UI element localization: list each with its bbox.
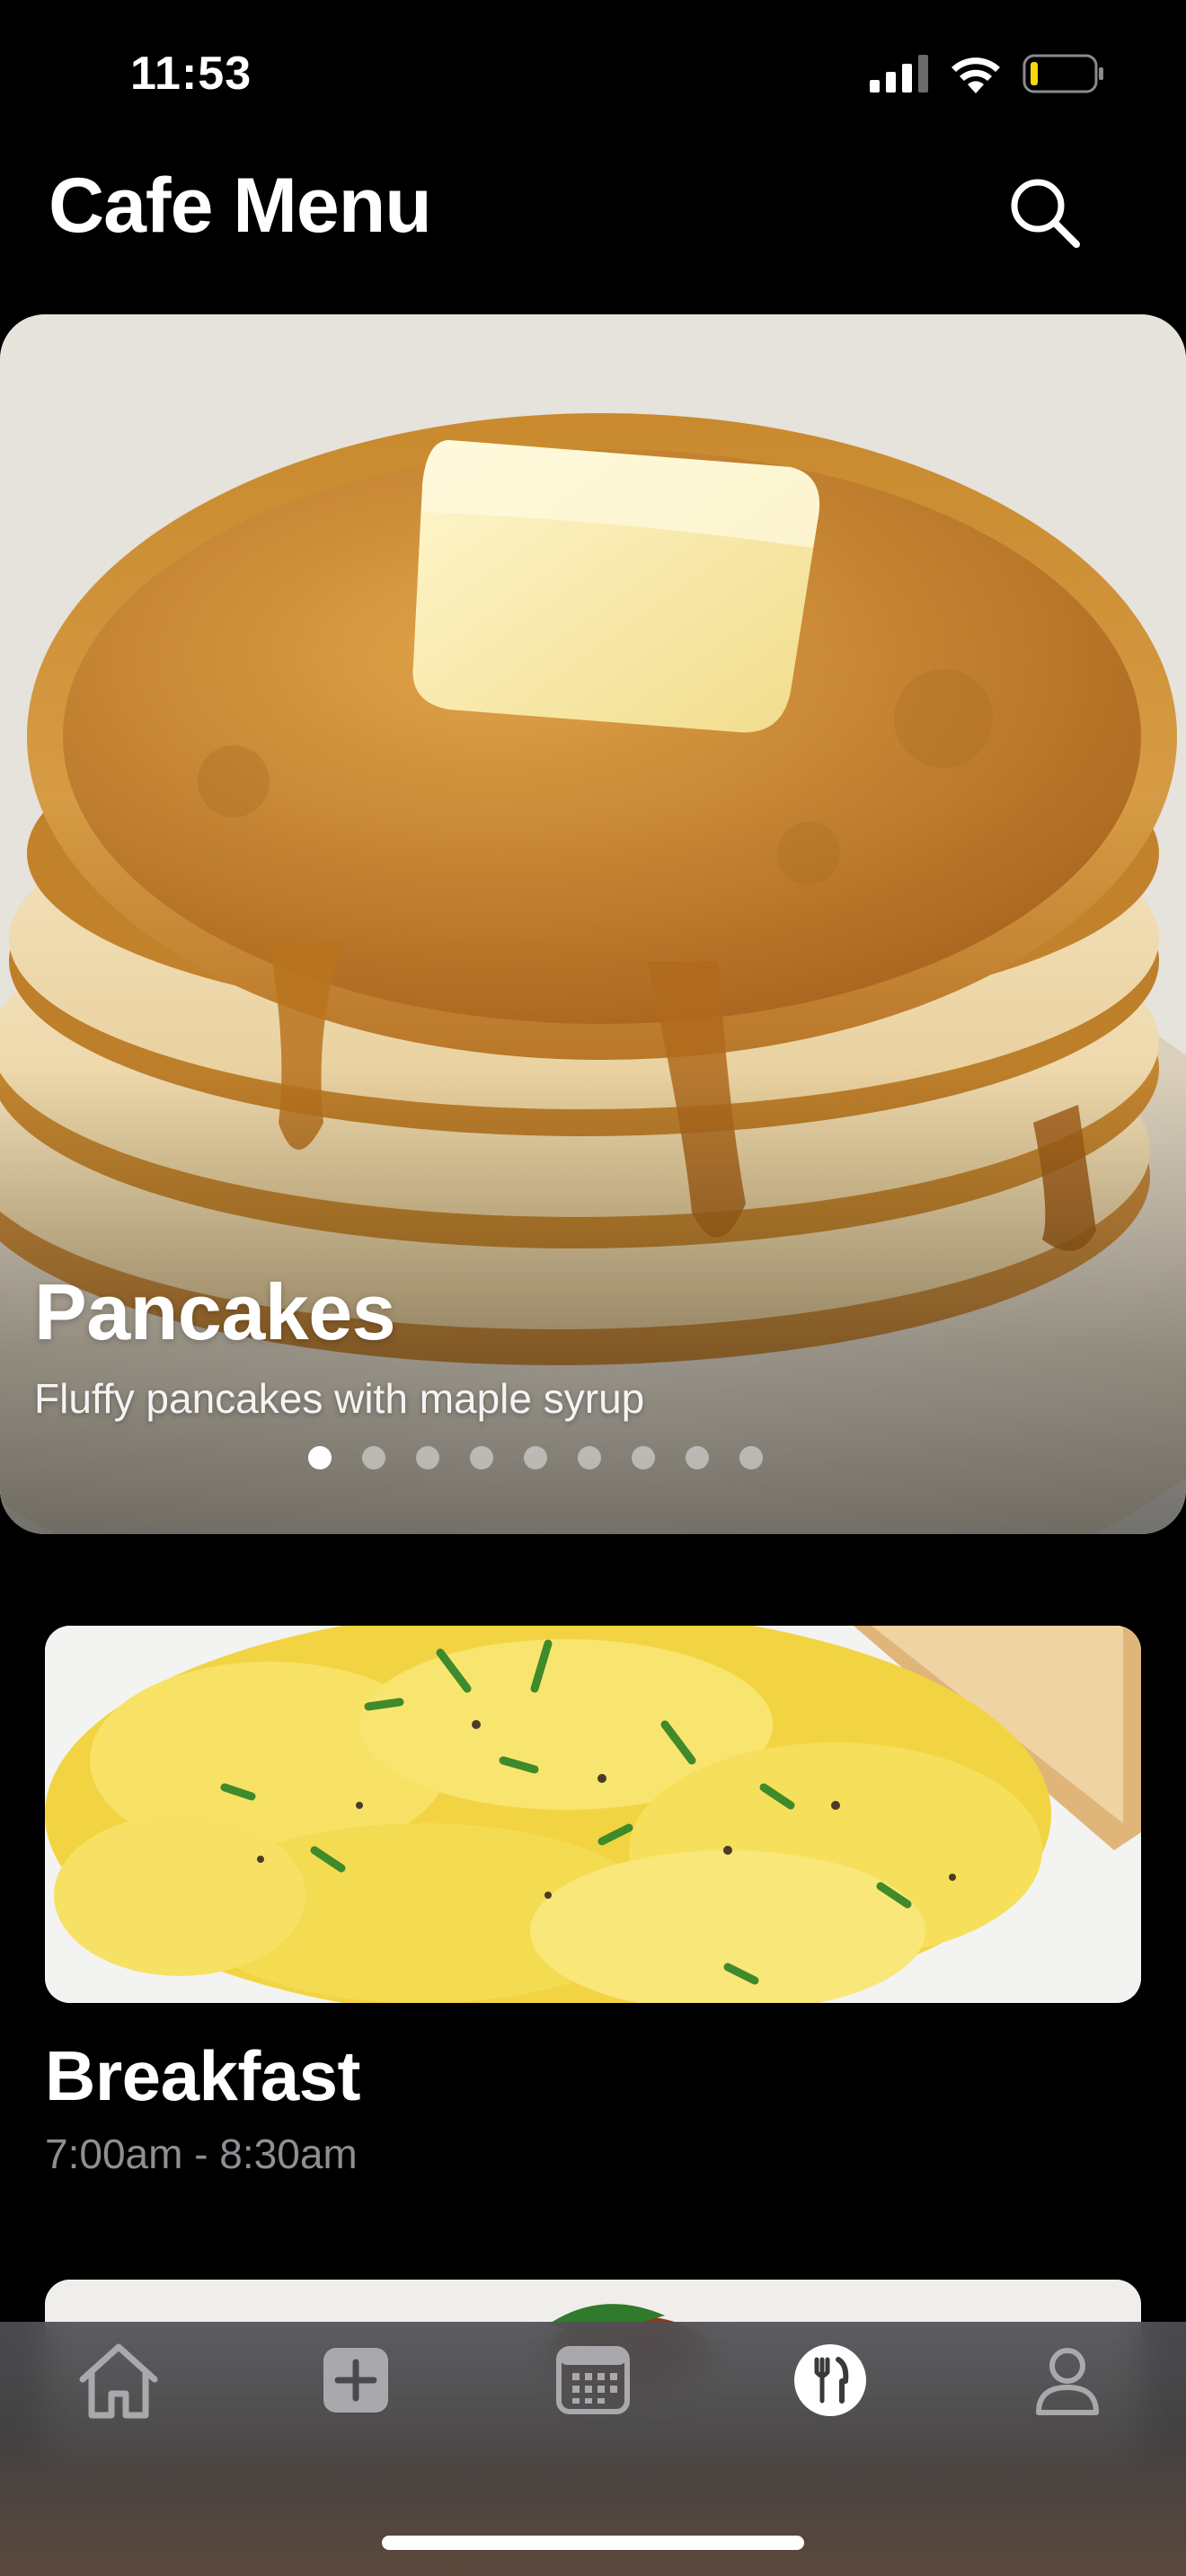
meal-image bbox=[45, 1626, 1141, 2003]
page-dot[interactable] bbox=[686, 1446, 709, 1469]
tab-menu[interactable] bbox=[712, 2322, 949, 2439]
page-dot[interactable] bbox=[470, 1446, 493, 1469]
page-dot[interactable] bbox=[416, 1446, 439, 1469]
tab-profile[interactable] bbox=[949, 2322, 1186, 2439]
wifi-icon bbox=[951, 57, 1000, 93]
cellular-signal-icon bbox=[870, 55, 928, 93]
page-dot[interactable] bbox=[362, 1446, 385, 1469]
featured-carousel[interactable]: Pancakes Fluffy pancakes with maple syru… bbox=[0, 314, 1186, 1534]
add-icon bbox=[323, 2348, 388, 2413]
page-dot[interactable] bbox=[739, 1446, 763, 1469]
page-dot[interactable] bbox=[578, 1446, 601, 1469]
hero-subtitle: Fluffy pancakes with maple syrup bbox=[34, 1375, 645, 1422]
meal-title: Breakfast bbox=[45, 2036, 361, 2115]
page-dot[interactable] bbox=[308, 1446, 332, 1469]
meal-time: 7:00am - 8:30am bbox=[45, 2130, 358, 2177]
hero-title: Pancakes bbox=[34, 1267, 396, 1356]
page-dot[interactable] bbox=[524, 1446, 547, 1469]
calendar-icon bbox=[556, 2346, 630, 2414]
status-icons bbox=[870, 54, 1105, 93]
meal-card-breakfast[interactable]: Breakfast 7:00am - 8:30am bbox=[45, 1626, 1141, 2178]
home-indicator[interactable] bbox=[382, 2536, 804, 2550]
status-bar: 11:53 bbox=[0, 0, 1186, 153]
carousel-page-indicator[interactable] bbox=[0, 1446, 1128, 1469]
cafe-menu-screen: 11:53 Cafe Menu Pancakes Fluffy pancakes… bbox=[0, 0, 1186, 2576]
fork-knife-icon bbox=[794, 2344, 866, 2416]
battery-icon bbox=[1022, 54, 1103, 93]
page-title: Cafe Menu bbox=[49, 163, 432, 249]
tab-calendar[interactable] bbox=[474, 2322, 712, 2439]
page-dot[interactable] bbox=[632, 1446, 655, 1469]
search-button[interactable] bbox=[1001, 169, 1087, 255]
person-icon bbox=[1036, 2348, 1099, 2415]
search-icon bbox=[1011, 179, 1080, 248]
status-time: 11:53 bbox=[130, 48, 252, 100]
tab-add[interactable] bbox=[237, 2322, 474, 2439]
home-icon bbox=[79, 2343, 158, 2419]
tab-home[interactable] bbox=[0, 2322, 237, 2439]
scrambled-eggs-image bbox=[45, 1626, 1141, 2003]
